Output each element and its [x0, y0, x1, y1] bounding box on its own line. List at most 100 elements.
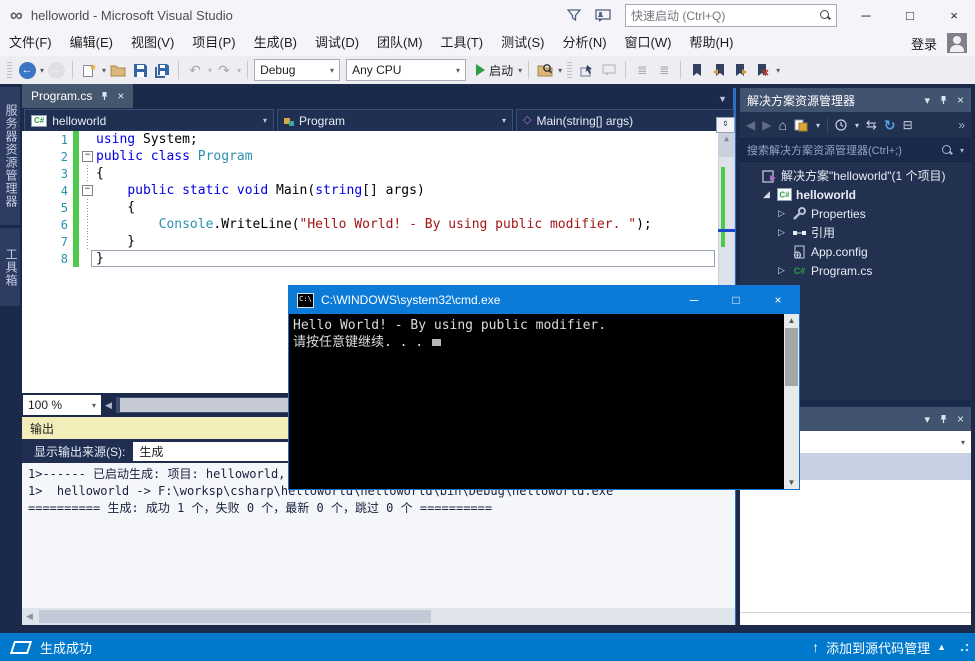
redo-button[interactable]: ↷: [214, 58, 234, 82]
menu-item-6[interactable]: 团队(M): [368, 30, 432, 56]
code-line[interactable]: 2−public class Program: [22, 148, 735, 165]
fold-margin[interactable]: [79, 216, 96, 233]
menu-item-1[interactable]: 编辑(E): [61, 30, 122, 56]
left-tab-0[interactable]: 服务器资源管理器: [0, 87, 20, 225]
code-line[interactable]: 3{: [22, 165, 735, 182]
close-panel-icon[interactable]: ×: [957, 93, 964, 107]
tree-item[interactable]: ▷引用: [740, 223, 971, 242]
tree-item[interactable]: 解决方案"helloworld"(1 个项目): [740, 166, 971, 185]
save-button[interactable]: [130, 58, 150, 82]
toolbar-overflow-icon[interactable]: ▾: [558, 66, 562, 75]
window-position-dropdown-icon[interactable]: ▾: [924, 413, 930, 426]
expand-arrow-icon[interactable]: ▷: [776, 227, 787, 238]
navigate-back-dropdown-icon[interactable]: ▾: [40, 66, 44, 75]
toolbar-grip[interactable]: [7, 62, 12, 78]
collapse-arrow-icon[interactable]: ◢: [761, 189, 772, 200]
menu-item-5[interactable]: 调试(D): [306, 30, 368, 56]
filter-dropdown-icon[interactable]: ▾: [855, 121, 859, 130]
zoom-select[interactable]: 100 %▾: [23, 395, 101, 415]
menu-item-0[interactable]: 文件(F): [0, 30, 61, 56]
bookmark-overflow-icon[interactable]: ▾: [776, 66, 780, 75]
console-body[interactable]: Hello World! - By using public modifier.…: [289, 314, 799, 489]
switch-views-icon[interactable]: [794, 119, 808, 132]
fold-margin[interactable]: [79, 199, 96, 216]
close-tab-icon[interactable]: ×: [117, 89, 124, 103]
output-horizontal-scrollbar[interactable]: ◀: [22, 608, 735, 625]
scroll-up-icon[interactable]: ▲: [784, 316, 799, 325]
expand-arrow-icon[interactable]: ▷: [776, 265, 787, 276]
undo-button[interactable]: ↶: [185, 58, 205, 82]
left-tab-1[interactable]: 工具箱: [0, 228, 20, 306]
split-window-handle[interactable]: ⇕: [716, 117, 735, 133]
console-minimize-button[interactable]: ─: [673, 286, 715, 314]
solution-search-input[interactable]: 搜索解决方案资源管理器(Ctrl+;) ▾: [740, 139, 971, 162]
pin-icon[interactable]: [100, 91, 109, 101]
console-window[interactable]: C:\ C:\WINDOWS\system32\cmd.exe ─ □ × He…: [288, 285, 800, 490]
navigate-back-button[interactable]: ←: [17, 58, 37, 82]
find-in-files-button[interactable]: [535, 58, 555, 82]
search-dropdown-icon[interactable]: ▾: [960, 146, 964, 155]
expand-arrow-icon[interactable]: ▷: [776, 208, 787, 219]
project-dropdown[interactable]: C# helloworld ▾: [24, 109, 274, 132]
platform-select[interactable]: Any CPU▾: [346, 59, 466, 81]
menu-item-3[interactable]: 项目(P): [183, 30, 244, 56]
toolbar-grip[interactable]: [567, 62, 572, 78]
maximize-button[interactable]: □: [895, 8, 925, 23]
close-panel-icon[interactable]: ×: [957, 412, 964, 426]
console-scrollbar[interactable]: ▲ ▼: [784, 314, 799, 489]
funnel-icon[interactable]: [567, 9, 581, 21]
increase-indent-button[interactable]: ≣: [654, 58, 674, 82]
sign-in-button[interactable]: 登录: [911, 34, 937, 53]
refresh-icon[interactable]: ↻: [884, 117, 896, 134]
configuration-select[interactable]: Debug▾: [254, 59, 340, 81]
comment-button[interactable]: [599, 58, 619, 82]
menu-item-11[interactable]: 帮助(H): [680, 30, 742, 56]
console-close-button[interactable]: ×: [757, 286, 799, 314]
sync-with-active-document-icon[interactable]: ⇆: [866, 117, 877, 133]
scroll-down-icon[interactable]: ▼: [784, 478, 799, 487]
scroll-left-icon[interactable]: ◀: [22, 611, 37, 622]
clear-bookmarks-button[interactable]: [753, 58, 773, 82]
back-icon[interactable]: ◀: [746, 118, 755, 132]
code-line[interactable]: 7 }: [22, 233, 735, 250]
tree-item[interactable]: ◢C#helloworld: [740, 185, 971, 204]
decrease-indent-button[interactable]: ≣: [632, 58, 652, 82]
toolbar-overflow-icon[interactable]: »: [958, 118, 965, 132]
resize-grip[interactable]: [959, 642, 969, 652]
console-maximize-button[interactable]: □: [715, 286, 757, 314]
undo-dropdown-icon[interactable]: ▾: [208, 66, 212, 75]
window-position-dropdown-icon[interactable]: ▾: [924, 94, 930, 107]
type-dropdown[interactable]: Program ▾: [277, 109, 513, 132]
tree-item[interactable]: ▷C#Program.cs: [740, 261, 971, 280]
navigate-forward-button[interactable]: →: [46, 58, 66, 82]
home-icon[interactable]: ⌂: [778, 117, 786, 133]
code-line[interactable]: 6 Console.WriteLine("Hello World! - By u…: [22, 216, 735, 233]
quick-launch-input[interactable]: 快速启动 (Ctrl+Q): [625, 4, 837, 27]
redo-dropdown-icon[interactable]: ▾: [237, 66, 241, 75]
menu-item-10[interactable]: 窗口(W): [616, 30, 681, 56]
switch-views-dropdown-icon[interactable]: ▾: [816, 121, 820, 130]
user-avatar[interactable]: [947, 33, 967, 53]
toggle-bookmark-button[interactable]: [687, 58, 707, 82]
new-item-dropdown-icon[interactable]: ▾: [102, 66, 106, 75]
save-all-button[interactable]: [152, 58, 172, 82]
forward-icon[interactable]: ▶: [762, 118, 771, 132]
fold-margin[interactable]: [79, 233, 96, 250]
code-line[interactable]: 4− public static void Main(string[] args…: [22, 182, 735, 199]
document-well-dropdown-icon[interactable]: ▼: [718, 94, 727, 104]
collapse-all-icon[interactable]: ⊟: [903, 118, 913, 132]
tab-program-cs[interactable]: Program.cs ×: [22, 84, 133, 108]
member-dropdown[interactable]: ◇ Main(string[] args) ▾: [516, 109, 734, 132]
tree-item[interactable]: ▷Properties: [740, 204, 971, 223]
code-line[interactable]: 8}: [22, 250, 735, 267]
menu-item-2[interactable]: 视图(V): [122, 30, 183, 56]
scroll-left-icon[interactable]: ◀: [101, 400, 116, 411]
pin-icon[interactable]: [939, 95, 948, 105]
new-item-button[interactable]: [79, 58, 99, 82]
add-to-source-control-button[interactable]: ↑ 添加到源代码管理 ▲: [812, 638, 969, 657]
scrollbar-thumb[interactable]: [39, 610, 431, 623]
tree-item[interactable]: App.config: [740, 242, 971, 261]
minimize-button[interactable]: ─: [851, 8, 881, 23]
pending-changes-filter-icon[interactable]: [835, 119, 847, 131]
scroll-up-icon[interactable]: ▲: [718, 134, 735, 143]
